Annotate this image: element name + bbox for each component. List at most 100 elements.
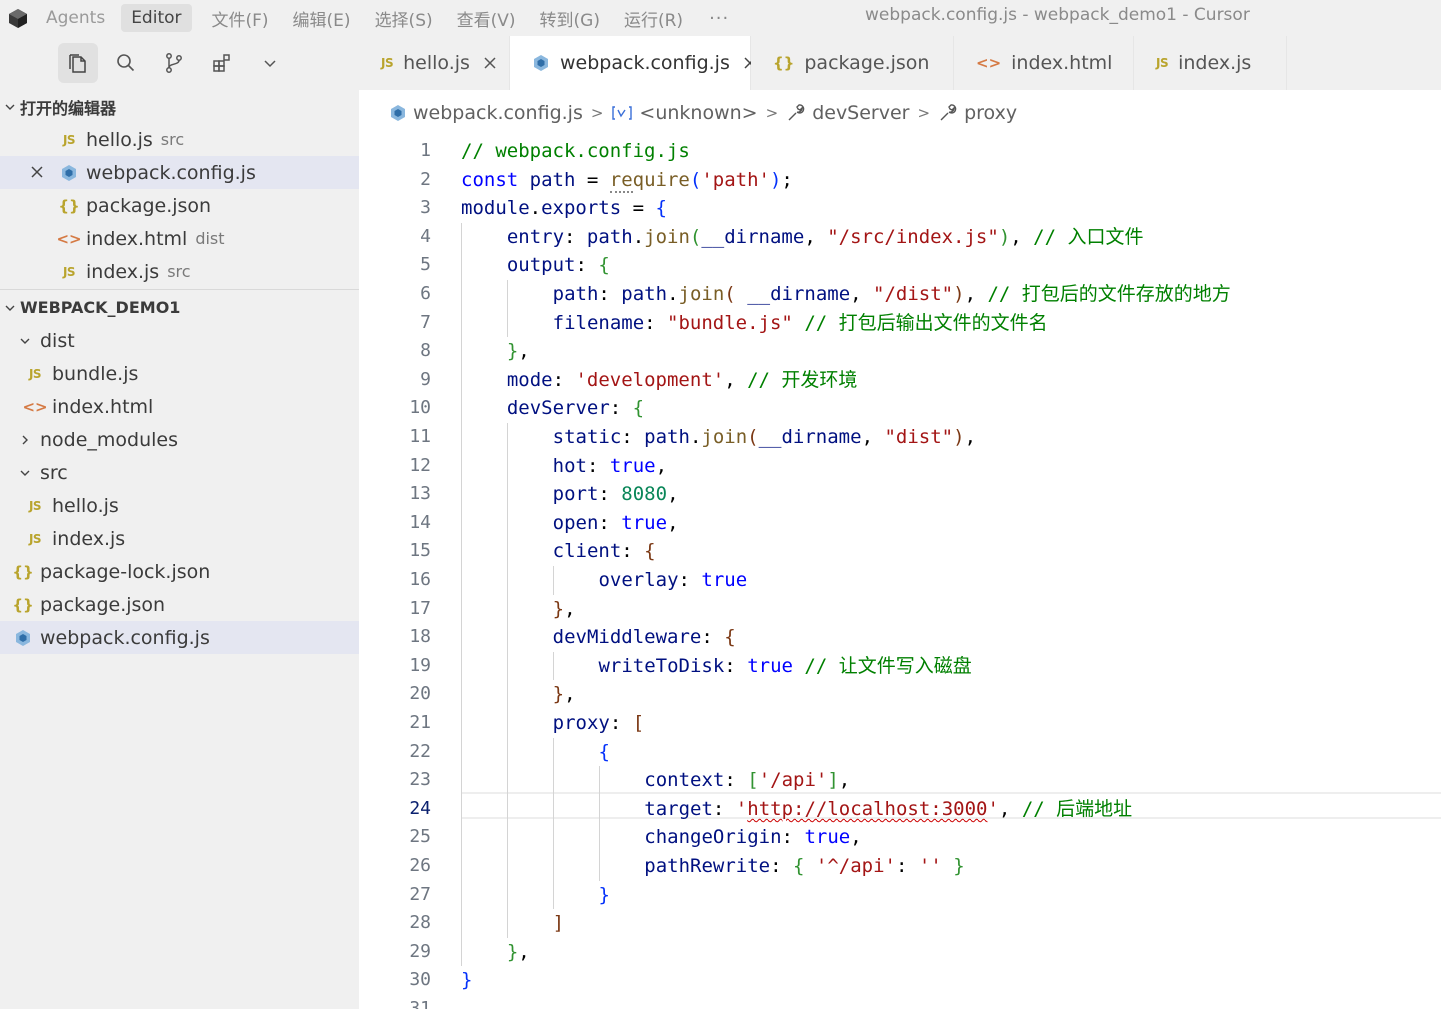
breadcrumb-label: <unknown> xyxy=(639,102,758,124)
breadcrumb-file[interactable]: webpack.config.js xyxy=(389,102,583,124)
breadcrumb-proxy[interactable]: proxy xyxy=(938,102,1017,124)
code-line[interactable]: 22 { xyxy=(359,738,1441,767)
code-line[interactable]: 5 output: { xyxy=(359,251,1441,280)
code-line[interactable]: 17 }, xyxy=(359,595,1441,624)
tab-index-js[interactable]: JS index.js xyxy=(1134,36,1287,90)
tree-file-webpack-config-js[interactable]: webpack.config.js xyxy=(0,621,359,654)
menu-run[interactable]: 运行(R) xyxy=(612,6,695,31)
tree-item-label: webpack.config.js xyxy=(40,626,210,649)
code-line[interactable]: 29 }, xyxy=(359,938,1441,967)
chevron-right-icon: > xyxy=(765,104,779,122)
line-number: 18 xyxy=(409,626,431,648)
line-number: 29 xyxy=(409,940,431,962)
open-editors-title: 打开的编辑器 xyxy=(20,98,117,118)
webpack-file-icon xyxy=(389,104,407,122)
menu-selection[interactable]: 选择(S) xyxy=(363,6,445,31)
tab-webpack-config-js[interactable]: webpack.config.js xyxy=(510,36,756,90)
code-line[interactable]: 24 target: 'http://localhost:3000', // 后… xyxy=(359,795,1441,824)
chevron-down-icon xyxy=(2,101,18,113)
code-line[interactable]: 30} xyxy=(359,966,1441,995)
html-file-icon: <> xyxy=(976,54,1002,72)
extensions-button[interactable] xyxy=(202,43,242,83)
explorer-project-header[interactable]: WEBPACK_DEMO1 xyxy=(0,291,359,324)
code-line[interactable]: 4 entry: path.join(__dirname, "/src/inde… xyxy=(359,223,1441,252)
open-editor-package-json[interactable]: {} package.json xyxy=(0,189,359,222)
code-line[interactable]: 18 devMiddleware: { xyxy=(359,623,1441,652)
tab-hello-js[interactable]: JS hello.js xyxy=(359,36,510,90)
explorer-button[interactable] xyxy=(58,43,98,83)
tab-package-json[interactable]: {} package.json xyxy=(751,36,954,90)
open-editor-hello-js[interactable]: JS hello.js src xyxy=(0,123,359,156)
open-editor-index-js[interactable]: JS index.js src xyxy=(0,255,359,288)
code-line[interactable]: 12 hot: true, xyxy=(359,452,1441,481)
title-bar: Agents Editor 文件(F) 编辑(E) 选择(S) 查看(V) 转到… xyxy=(0,0,1441,36)
code-line[interactable]: 1 // webpack.config.js xyxy=(359,137,1441,166)
line-number: 17 xyxy=(409,597,431,619)
open-editors-header[interactable]: 打开的编辑器 xyxy=(0,90,359,123)
menu-file[interactable]: 文件(F) xyxy=(200,6,281,31)
code-line[interactable]: 28 ] xyxy=(359,909,1441,938)
code-editor[interactable]: 1 // webpack.config.js 2 const path = requi… xyxy=(359,137,1441,1009)
js-file-icon: JS xyxy=(28,366,42,381)
breadcrumb-devserver[interactable]: devServer xyxy=(786,102,910,124)
code-text: path: path.join( __dirname, "/dist"), //… xyxy=(552,283,1231,305)
source-control-button[interactable] xyxy=(154,43,194,83)
tree-item-label: bundle.js xyxy=(52,362,139,385)
code-line[interactable]: 6 path: path.join( __dirname, "/dist"), … xyxy=(359,280,1441,309)
code-line[interactable]: 23 context: ['/api'], xyxy=(359,766,1441,795)
code-line[interactable]: 27 } xyxy=(359,881,1441,910)
tree-folder-src[interactable]: src xyxy=(0,456,359,489)
code-line[interactable]: 14 open: true, xyxy=(359,509,1441,538)
tree-file-index-html[interactable]: <> index.html xyxy=(0,390,359,423)
tree-file-package-json[interactable]: {} package.json xyxy=(0,588,359,621)
code-line[interactable]: 10 devServer: { xyxy=(359,394,1441,423)
more-views-button[interactable] xyxy=(250,43,290,83)
search-button[interactable] xyxy=(106,43,146,83)
tree-file-hello-js[interactable]: JS hello.js xyxy=(0,489,359,522)
menu-go[interactable]: 转到(G) xyxy=(528,6,612,31)
breadcrumb-label: proxy xyxy=(964,102,1018,124)
code-line[interactable]: 25 changeOrigin: true, xyxy=(359,823,1441,852)
wrench-icon xyxy=(786,103,806,123)
code-line[interactable]: 3 module.exports = { xyxy=(359,194,1441,223)
tab-label: hello.js xyxy=(403,52,470,74)
menu-more-button[interactable]: ··· xyxy=(695,8,743,29)
breadcrumb-unknown[interactable]: <unknown> xyxy=(611,102,758,124)
html-file-icon: <> xyxy=(22,397,48,416)
agents-toggle[interactable]: Agents xyxy=(36,4,115,32)
open-editor-webpack-config[interactable]: webpack.config.js xyxy=(0,156,359,189)
tree-file-bundle-js[interactable]: JS bundle.js xyxy=(0,357,359,390)
code-line[interactable]: 15 client: { xyxy=(359,537,1441,566)
tab-index-html[interactable]: <> index.html xyxy=(954,36,1134,90)
code-line[interactable]: 31 xyxy=(359,995,1441,1009)
code-line[interactable]: 26 pathRewrite: { '^/api': '' } xyxy=(359,852,1441,881)
close-icon[interactable] xyxy=(28,163,46,186)
tree-folder-dist[interactable]: dist xyxy=(0,324,359,357)
open-editor-index-html[interactable]: <> index.html dist xyxy=(0,222,359,255)
tree-folder-node-modules[interactable]: node_modules xyxy=(0,423,359,456)
code-text: { xyxy=(598,740,610,763)
code-text: } xyxy=(598,883,610,906)
webpack-file-icon xyxy=(12,628,34,648)
code-line[interactable]: 16 overlay: true xyxy=(359,566,1441,595)
code-line[interactable]: 13 port: 8080, xyxy=(359,480,1441,509)
code-line[interactable]: 7 filename: "bundle.js" // 打包后输出文件的文件名 xyxy=(359,309,1441,338)
code-line[interactable]: 21 proxy: [ xyxy=(359,709,1441,738)
tab-label: index.js xyxy=(1178,52,1252,74)
code-line[interactable]: 20 }, xyxy=(359,680,1441,709)
code-text: }, xyxy=(552,597,576,620)
menu-view[interactable]: 查看(V) xyxy=(445,6,528,31)
tree-file-package-lock-json[interactable]: {} package-lock.json xyxy=(0,555,359,588)
code-line[interactable]: 9 mode: 'development', // 开发环境 xyxy=(359,366,1441,395)
menu-edit[interactable]: 编辑(E) xyxy=(281,6,363,31)
code-line[interactable]: 19 writeToDisk: true // 让文件写入磁盘 xyxy=(359,652,1441,681)
code-line[interactable]: 11 static: path.join(__dirname, "dist"), xyxy=(359,423,1441,452)
json-file-icon: {} xyxy=(12,562,34,581)
code-line[interactable]: 8 }, xyxy=(359,337,1441,366)
editor-toggle[interactable]: Editor xyxy=(121,4,192,32)
tree-file-index-js[interactable]: JS index.js xyxy=(0,522,359,555)
js-file-icon: JS xyxy=(28,531,42,546)
js-file-icon: JS xyxy=(1156,56,1169,70)
close-icon[interactable] xyxy=(482,55,498,71)
code-line[interactable]: 2 const path = require('path'); xyxy=(359,166,1441,195)
